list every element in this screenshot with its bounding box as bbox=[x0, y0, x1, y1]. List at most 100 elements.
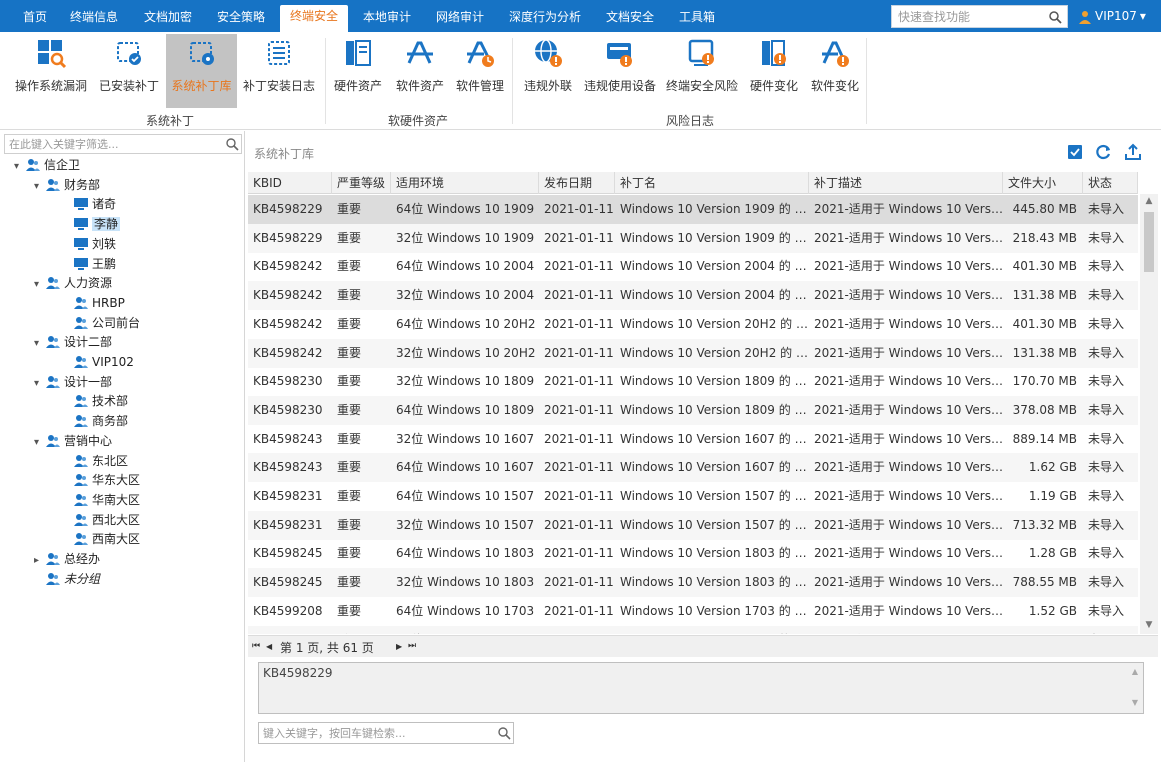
table-row[interactable]: KB4598245 重要 64位 Windows 10 1803 2021-01-11… bbox=[248, 539, 1138, 568]
tree-node[interactable]: ▾ 财务部 bbox=[34, 176, 100, 195]
expand-toggle-icon[interactable]: ▾ bbox=[34, 433, 46, 452]
tree-node[interactable]: ▾ 营销中心 bbox=[34, 432, 112, 451]
tree-node[interactable]: ▾ 设计一部 bbox=[34, 373, 112, 392]
table-row[interactable]: KB4598230 重要 64位 Windows 10 1809 2021-01-11… bbox=[248, 395, 1138, 425]
tree-node[interactable]: 华东大区 bbox=[62, 471, 140, 490]
table-row[interactable]: KB4599208重要32位 Windows 10 17032021-01-11… bbox=[248, 625, 1138, 635]
tree-node[interactable]: ▾ 设计二部 bbox=[34, 333, 112, 352]
quick-search-input[interactable] bbox=[892, 6, 1042, 27]
tree-node[interactable]: 商务部 bbox=[62, 412, 128, 431]
nav-tab[interactable]: 工具箱 bbox=[669, 6, 725, 32]
tree-node[interactable]: 东北区 bbox=[62, 452, 128, 471]
ribbon-button[interactable]: 操作系统漏洞 bbox=[10, 34, 92, 108]
tree-node[interactable]: VIP102 bbox=[62, 353, 134, 372]
table-cell: 32位 Windows 10 1703 bbox=[391, 626, 539, 635]
tree-node[interactable]: ▾ 人力资源 bbox=[34, 274, 112, 293]
tree-node[interactable]: ▾ 信企卫 bbox=[14, 156, 80, 175]
column-header[interactable]: 发布日期 bbox=[539, 172, 615, 194]
ribbon-button[interactable]: 补丁安装日志 bbox=[238, 34, 320, 108]
tree-node[interactable]: 西南大区 bbox=[62, 530, 140, 549]
first-page-icon[interactable]: ⏮ bbox=[252, 641, 260, 651]
ribbon-button[interactable]: 软件变化 bbox=[806, 34, 864, 108]
ribbon-button-label: 违规使用设备 bbox=[583, 79, 656, 93]
nav-tab[interactable]: 深度行为分析 bbox=[499, 6, 591, 32]
column-header[interactable]: 补丁名 bbox=[615, 172, 809, 194]
table-row[interactable]: KB4598242 重要 64位 Windows 10 20H2 2021-01-11… bbox=[248, 310, 1138, 339]
scroll-down-icon[interactable]: ▼ bbox=[1143, 620, 1155, 632]
tree-node[interactable]: 刘轶 bbox=[62, 235, 116, 254]
tree-node[interactable]: ▸ 总经办 bbox=[34, 550, 100, 569]
table-row[interactable]: KB4598243 重要 64位 Windows 10 1607 2021-01-11… bbox=[248, 453, 1138, 483]
expand-toggle-icon[interactable]: ▸ bbox=[34, 551, 46, 570]
ribbon-button[interactable]: 违规使用设备 bbox=[582, 34, 658, 108]
column-header[interactable]: 适用环境 bbox=[391, 172, 539, 194]
table-row[interactable]: KB4598242 重要 64位 Windows 10 2004 2021-01-11… bbox=[248, 252, 1138, 281]
table-row[interactable]: KB4598242 重要 32位 Windows 10 20H2 2021-01-11… bbox=[248, 338, 1138, 368]
scroll-thumb[interactable] bbox=[1144, 212, 1154, 272]
ribbon-toolbar: 操作系统漏洞 已安装补丁 系统补丁库 补丁安装日志 硬件资产 软件资产 软件管理 违规外联 违规… bbox=[0, 32, 1161, 130]
detail-scrollbar[interactable]: ▲ ▼ bbox=[1127, 663, 1143, 713]
quick-search-box bbox=[891, 5, 1068, 28]
ribbon-button[interactable]: 违规外联 bbox=[518, 34, 578, 108]
column-header[interactable]: KBID bbox=[248, 172, 332, 194]
next-page-icon[interactable]: ▶ bbox=[396, 642, 402, 651]
tree-node[interactable]: 华南大区 bbox=[62, 491, 140, 510]
tree-node[interactable]: 王鹏 bbox=[62, 255, 116, 274]
ribbon-button[interactable]: 硬件资产 bbox=[329, 34, 387, 108]
tree-node[interactable]: 西北大区 bbox=[62, 511, 140, 530]
ribbon-button[interactable]: 软件管理 bbox=[451, 34, 509, 108]
column-header[interactable]: 状态 bbox=[1083, 172, 1138, 194]
user-menu[interactable]: VIP107 ▾ bbox=[1078, 7, 1146, 27]
table-cell: 未导入 bbox=[1088, 374, 1125, 389]
nav-tab[interactable]: 文档安全 bbox=[596, 6, 664, 32]
table-row[interactable]: KB4598243 重要 32位 Windows 10 1607 2021-01-11… bbox=[248, 425, 1138, 454]
nav-tab[interactable]: 首页 bbox=[13, 6, 57, 32]
table-row[interactable]: KB4598229 重要 64位 Windows 10 1909 2021-01-11… bbox=[248, 195, 1138, 224]
tree-filter-input[interactable] bbox=[5, 135, 220, 153]
table-row[interactable]: KB4598231 重要 32位 Windows 10 1507 2021-01-11… bbox=[248, 510, 1138, 540]
last-page-icon[interactable]: ⏭ bbox=[408, 641, 416, 651]
ribbon-button[interactable]: 系统补丁库 bbox=[166, 34, 237, 108]
ribbon-button[interactable]: 已安装补丁 bbox=[96, 34, 162, 108]
search-icon[interactable] bbox=[497, 726, 511, 740]
table-row[interactable]: KB4598245 重要 32位 Windows 10 1803 2021-01-11… bbox=[248, 568, 1138, 598]
table-row[interactable]: KB4599208 重要 64位 Windows 10 1703 2021-01-11… bbox=[248, 597, 1138, 626]
column-header[interactable]: 补丁描述 bbox=[809, 172, 1003, 194]
tree-node[interactable]: 技术部 bbox=[62, 392, 128, 411]
patch-detail-box[interactable]: KB4598229 ▲ ▼ bbox=[258, 662, 1144, 714]
table-row[interactable]: KB4598230 重要 32位 Windows 10 1809 2021-01-11… bbox=[248, 367, 1138, 396]
table-row[interactable]: KB4598242 重要 32位 Windows 10 2004 2021-01-11… bbox=[248, 281, 1138, 311]
search-icon[interactable] bbox=[225, 137, 239, 151]
nav-tab[interactable]: 终端安全 bbox=[280, 5, 349, 32]
tree-node[interactable]: HRBP bbox=[62, 294, 125, 313]
table-scrollbar[interactable]: ▲ ▼ bbox=[1140, 194, 1158, 634]
search-icon[interactable] bbox=[1048, 10, 1062, 24]
table-row[interactable]: KB4598229 重要 32位 Windows 10 1909 2021-01-11… bbox=[248, 223, 1138, 253]
scroll-up-icon[interactable]: ▲ bbox=[1143, 196, 1155, 208]
expand-toggle-icon[interactable]: ▾ bbox=[34, 374, 46, 393]
nav-tab[interactable]: 本地审计 bbox=[353, 6, 421, 32]
select-all-icon[interactable] bbox=[1066, 143, 1084, 161]
expand-toggle-icon[interactable]: ▾ bbox=[34, 275, 46, 294]
tree-node[interactable]: 诸奇 bbox=[62, 195, 116, 214]
nav-tab[interactable]: 安全策略 bbox=[207, 6, 275, 32]
refresh-icon[interactable] bbox=[1095, 143, 1113, 161]
ribbon-button[interactable]: 软件资产 bbox=[391, 34, 449, 108]
prev-page-icon[interactable]: ◀ bbox=[266, 642, 272, 651]
export-icon[interactable] bbox=[1124, 143, 1142, 161]
expand-toggle-icon[interactable]: ▾ bbox=[34, 334, 46, 353]
nav-tab[interactable]: 文档加密 bbox=[134, 6, 202, 32]
column-header[interactable]: 严重等级 bbox=[332, 172, 391, 194]
table-row[interactable]: KB4598231 重要 64位 Windows 10 1507 2021-01-11… bbox=[248, 482, 1138, 511]
ribbon-button[interactable]: 硬件变化 bbox=[745, 34, 803, 108]
tree-node[interactable]: 未分组 bbox=[34, 570, 100, 589]
keyword-search-input[interactable] bbox=[259, 723, 489, 743]
column-header[interactable]: 文件大小 bbox=[1003, 172, 1083, 194]
expand-toggle-icon[interactable]: ▾ bbox=[14, 157, 26, 176]
tree-node[interactable]: 李静 bbox=[62, 215, 121, 234]
nav-tab[interactable]: 终端信息 bbox=[60, 6, 128, 32]
nav-tab[interactable]: 网络审计 bbox=[426, 6, 494, 32]
ribbon-button[interactable]: 终端安全风险 bbox=[662, 34, 742, 108]
expand-toggle-icon[interactable]: ▾ bbox=[34, 177, 46, 196]
tree-node[interactable]: 公司前台 bbox=[62, 314, 140, 333]
